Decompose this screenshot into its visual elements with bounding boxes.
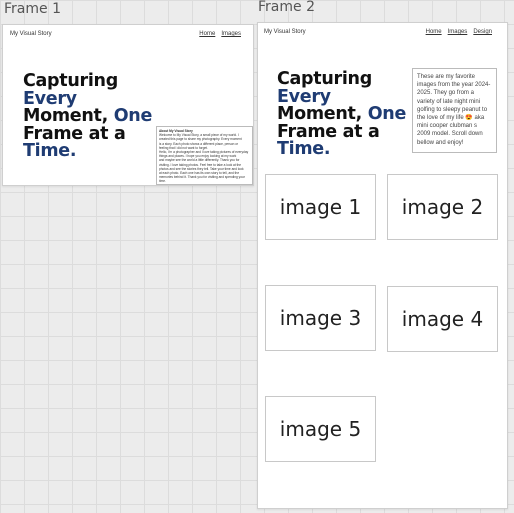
- headline-line-3: Moment, One: [277, 104, 407, 124]
- site-title: My Visual Story: [10, 31, 52, 37]
- nav-home-link[interactable]: Home: [199, 31, 215, 37]
- image-placeholder-2[interactable]: image 2: [387, 174, 498, 240]
- image-placeholder-1[interactable]: image 1: [265, 174, 376, 240]
- frame-1-label: Frame 1: [4, 1, 61, 17]
- nav-bar: Home Images: [199, 31, 241, 37]
- description-box: These are my favorite images from the ye…: [412, 68, 497, 153]
- about-text-box: About My Visual Story Welcome to My Visu…: [156, 126, 253, 185]
- nav-design-link[interactable]: Design: [473, 29, 492, 35]
- headline-line-5: Time.: [277, 139, 331, 159]
- nav-home-link[interactable]: Home: [426, 29, 442, 35]
- image-placeholder-4[interactable]: image 4: [387, 286, 498, 352]
- headline-one: One: [113, 106, 153, 126]
- headline-line-1: Capturing: [23, 71, 118, 91]
- headline-line-5: Time.: [23, 141, 77, 161]
- headline-moment: Moment,: [277, 104, 368, 124]
- nav-images-link[interactable]: Images: [448, 29, 468, 35]
- headline-moment: Moment,: [23, 106, 114, 126]
- frame-1[interactable]: My Visual Story Home Images Capturing Ev…: [2, 24, 254, 186]
- nav-bar: Home Images Design: [426, 29, 492, 35]
- about-line: and maybe see the world a little differe…: [159, 158, 240, 163]
- image-placeholder-3[interactable]: image 3: [265, 285, 376, 351]
- headline-one: One: [367, 104, 407, 124]
- nav-images-link[interactable]: Images: [221, 31, 241, 37]
- image-placeholder-5[interactable]: image 5: [265, 396, 376, 462]
- hero-headline: Capturing Every Moment, One Frame at a T…: [23, 71, 153, 161]
- hero-headline: Capturing Every Moment, One Frame at a T…: [277, 69, 407, 159]
- frame-2-label: Frame 2: [258, 0, 315, 15]
- about-line: memories behind it. Thank you for visiti…: [159, 175, 245, 184]
- frame-2[interactable]: My Visual Story Home Images Design Captu…: [257, 22, 508, 509]
- site-title: My Visual Story: [264, 29, 306, 35]
- headline-line-1: Capturing: [277, 69, 372, 89]
- about-line: created this page to share my photograph…: [159, 137, 242, 142]
- headline-line-3: Moment, One: [23, 106, 153, 126]
